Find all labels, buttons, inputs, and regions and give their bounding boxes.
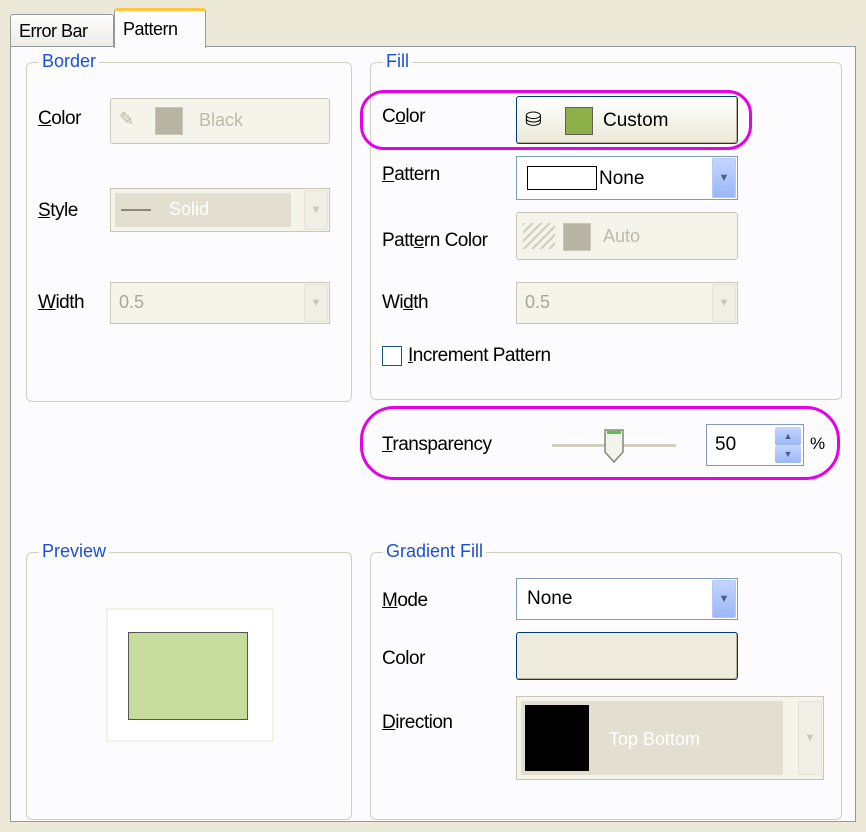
preview-frame bbox=[108, 610, 272, 740]
pattern-color-button[interactable]: Auto bbox=[516, 212, 738, 260]
chevron-down-icon[interactable]: ▼ bbox=[304, 284, 328, 322]
gradient-fill-title: Gradient Fill bbox=[383, 541, 487, 562]
pattern-none-preview bbox=[527, 166, 597, 190]
border-group-title: Border bbox=[39, 51, 100, 72]
preview-group-title: Preview bbox=[39, 541, 110, 562]
fill-group-title: Fill bbox=[383, 51, 412, 72]
fill-width-combo[interactable]: 0.5 ▼ bbox=[516, 282, 738, 324]
tab-error-bar[interactable]: Error Bar bbox=[10, 14, 114, 46]
increment-pattern-label: Increment Pattern bbox=[408, 345, 551, 366]
border-color-label: Color bbox=[38, 108, 81, 129]
preview-swatch bbox=[128, 632, 248, 720]
increment-pattern-checkbox[interactable] bbox=[382, 346, 402, 366]
fill-pattern-combo[interactable]: None ▼ bbox=[516, 156, 738, 200]
spin-up-icon[interactable]: ▲ bbox=[775, 427, 801, 445]
direction-preview bbox=[525, 705, 589, 771]
chevron-down-icon[interactable]: ▼ bbox=[712, 284, 736, 322]
transparency-value[interactable]: 50 bbox=[715, 434, 736, 456]
chevron-down-icon[interactable]: ▼ bbox=[712, 158, 736, 198]
gradient-color-button[interactable] bbox=[516, 632, 738, 680]
pattern-color-label: Pattern Color bbox=[382, 230, 488, 251]
chevron-down-icon[interactable]: ▼ bbox=[304, 190, 328, 230]
fill-color-value: Custom bbox=[603, 110, 669, 131]
fill-pattern-value: None bbox=[599, 168, 645, 189]
border-color-swatch bbox=[155, 107, 183, 135]
gradient-direction-label: Direction bbox=[382, 712, 453, 733]
gradient-direction-value: Top Bottom bbox=[609, 729, 701, 749]
fill-width-label: Width bbox=[382, 292, 429, 313]
fill-color-button[interactable]: ⛁ Custom bbox=[516, 96, 738, 144]
gradient-mode-value: None bbox=[527, 588, 573, 609]
fill-pattern-label: Pattern bbox=[382, 164, 440, 185]
spin-down-icon[interactable]: ▼ bbox=[775, 445, 801, 463]
fill-color-label: Color bbox=[382, 106, 425, 127]
transparency-label: Transparency bbox=[382, 434, 492, 455]
border-color-value: Black bbox=[199, 110, 244, 130]
chevron-down-icon[interactable]: ▼ bbox=[798, 701, 822, 775]
gradient-mode-combo[interactable]: None ▼ bbox=[516, 578, 738, 620]
fill-width-value: 0.5 bbox=[525, 292, 551, 312]
transparency-slider-thumb[interactable] bbox=[603, 428, 625, 464]
border-width-combo[interactable]: 0.5 ▼ bbox=[110, 282, 330, 324]
border-width-value: 0.5 bbox=[119, 292, 145, 312]
fill-color-swatch bbox=[565, 107, 593, 135]
border-style-combo[interactable]: Solid ▼ bbox=[110, 188, 330, 232]
hatch-icon bbox=[523, 223, 555, 249]
pattern-color-value: Auto bbox=[603, 226, 641, 246]
border-style-label: Style bbox=[38, 200, 78, 221]
border-style-value: Solid bbox=[169, 199, 210, 219]
border-color-button[interactable]: ✎ Black bbox=[110, 98, 330, 144]
pattern-color-swatch bbox=[563, 223, 591, 251]
transparency-spin[interactable]: 50 ▲ ▼ bbox=[706, 424, 804, 466]
gradient-color-label: Color bbox=[382, 648, 425, 669]
transparency-unit: % bbox=[810, 434, 825, 453]
paint-bucket-icon: ⛁ bbox=[525, 109, 542, 131]
solid-line-icon bbox=[121, 209, 151, 211]
chevron-down-icon[interactable]: ▼ bbox=[712, 580, 736, 618]
gradient-direction-combo[interactable]: Top Bottom ▼ bbox=[516, 696, 824, 780]
tab-pattern[interactable]: Pattern bbox=[114, 8, 206, 48]
pencil-icon: ✎ bbox=[119, 109, 135, 129]
gradient-mode-label: Mode bbox=[382, 590, 428, 611]
border-width-label: Width bbox=[38, 292, 85, 313]
